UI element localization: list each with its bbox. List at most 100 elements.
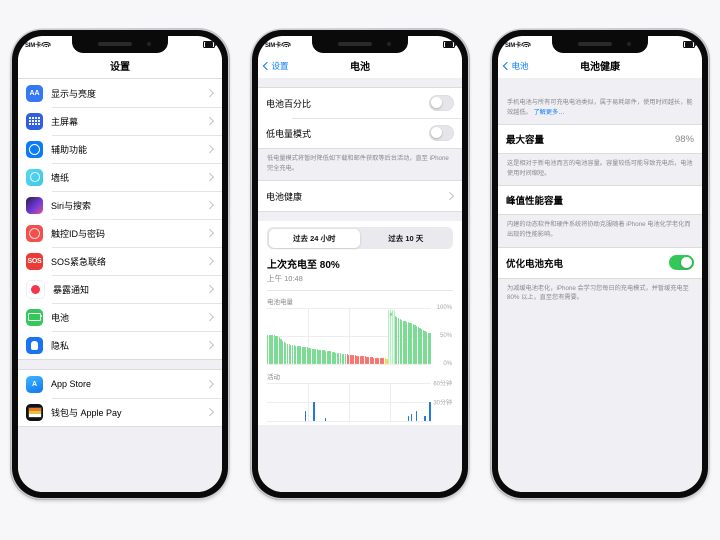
- row-label: 低电量模式: [266, 128, 312, 139]
- optimized-charging-toggle[interactable]: [669, 254, 694, 271]
- display-brightness-icon: AA: [26, 84, 43, 102]
- status-left: SIM卡: [505, 40, 531, 49]
- sidebar-item-privacy[interactable]: 隐私: [18, 331, 222, 359]
- y-tick-100: 100%: [436, 304, 452, 311]
- last-charge-title: 上次充电至 80%: [267, 260, 340, 272]
- sidebar-item-wallet-apple-pay[interactable]: 钱包与 Apple Pay: [18, 398, 222, 426]
- sidebar-item-accessibility[interactable]: 辅助功能: [18, 135, 222, 163]
- battery-health-group: 电池健康: [258, 180, 462, 213]
- status-left: SIM卡: [25, 40, 51, 49]
- sidebar-item-battery[interactable]: 电池: [18, 303, 222, 331]
- page-title: 电池健康: [580, 62, 620, 73]
- front-camera: [387, 42, 391, 46]
- phone-gallery: SIM卡 设置 AA 显示与亮度 主屏幕 辅助功能 墙纸 Siri与搜索 触控I…: [0, 0, 720, 540]
- carrier-label: SIM卡: [505, 43, 521, 49]
- segment-last-10-days[interactable]: 过去 10 天: [360, 229, 452, 248]
- optimized-charging-note: 为减缓电池老化，iPhone 会学习您每日的充电模式，并暂缓充电至 80% 以上…: [507, 284, 689, 302]
- low-power-note: 低电量模式将暂时降低如下载和邮件获取等后台活动，直至 iPhone 完全充电。: [267, 155, 449, 172]
- row-label: 触控ID与密码: [51, 228, 106, 239]
- sidebar-item-exposure-notifications[interactable]: 暴露通知: [18, 275, 222, 303]
- activity-bar: [324, 418, 327, 421]
- activity-plot: 60分钟 30分钟: [267, 381, 452, 422]
- activity-chart: 活动 60分钟 30分钟: [258, 364, 462, 422]
- sidebar-item-siri-search[interactable]: Siri与搜索: [18, 191, 222, 219]
- max-capacity-value: 98%: [674, 133, 694, 145]
- emergency-sos-icon: SOS: [26, 252, 43, 270]
- battery-level-bar: [286, 343, 289, 364]
- siri-search-icon: [26, 196, 43, 214]
- chevron-right-icon: [205, 117, 214, 125]
- chevron-right-icon: [205, 341, 214, 349]
- chevron-right-icon: [445, 192, 454, 201]
- settings-list[interactable]: AA 显示与亮度 主屏幕 辅助功能 墙纸 Siri与搜索 触控ID与密码 SOS…: [18, 78, 222, 492]
- battery-level-bar: [281, 340, 284, 364]
- y-tick-50: 50%: [439, 332, 452, 339]
- low-power-mode-row[interactable]: 低电量模式: [258, 118, 462, 148]
- phone-1-screen: SIM卡 设置 AA 显示与亮度 主屏幕 辅助功能 墙纸 Siri与搜索 触控I…: [18, 36, 222, 492]
- earpiece-speaker: [98, 42, 132, 46]
- battery-level-bar: [344, 354, 347, 364]
- phone-2-battery: SIM卡 设置 电池 电池百分比 低电量模式 低电量模式将暂时降低如下载和邮件获…: [250, 28, 470, 500]
- activity-bar: [313, 401, 315, 421]
- max-capacity-group: 最大容量 98%: [498, 124, 702, 155]
- exposure-notifications-icon: [26, 279, 45, 299]
- peak-performance-label: 峰值性能容量: [506, 196, 564, 208]
- sidebar-item-home-screen[interactable]: 主屏幕: [18, 107, 222, 135]
- segment-last-24-hours[interactable]: 过去 24 小时: [268, 228, 360, 248]
- wallet-apple-pay-icon: [26, 403, 43, 421]
- back-button[interactable]: 设置: [262, 60, 289, 72]
- row-label: 显示与亮度: [51, 88, 97, 99]
- page-title: 电池: [350, 62, 370, 73]
- battery-level-bar: [397, 317, 400, 364]
- battery-level-chart: 电池电量 100% 50% 0% ⚡: [258, 291, 462, 367]
- notch: [552, 36, 648, 53]
- battery-health-page[interactable]: 手机电池与所有可充电电池类似，属于易耗部件，使用时间越长，能效越低。 了解更多……: [498, 78, 702, 492]
- sidebar-item-app-store[interactable]: A App Store: [18, 370, 222, 398]
- battery-toggles-group: 电池百分比 低电量模式: [258, 87, 462, 149]
- battery-percentage-toggle[interactable]: [429, 95, 454, 111]
- row-label: 墙纸: [51, 172, 70, 183]
- low-power-mode-toggle[interactable]: [429, 125, 454, 141]
- peak-performance-row: 峰值性能容量: [498, 186, 702, 215]
- battery-icon: [683, 40, 696, 49]
- accessibility-icon: [26, 140, 43, 158]
- earpiece-speaker: [578, 42, 612, 46]
- sidebar-item-touch-id-passcode[interactable]: 触控ID与密码: [18, 219, 222, 247]
- learn-more-link[interactable]: 了解更多…: [533, 109, 564, 116]
- battery-level-plot: 100% 50% 0% ⚡: [267, 305, 452, 367]
- charging-bolt-icon: ⚡: [388, 312, 394, 320]
- usage-panel: 过去 24 小时 过去 10 天 上次充电至 80% 上午 10:48 电池电量: [258, 221, 462, 425]
- peak-performance-group: 峰值性能容量: [498, 185, 702, 216]
- back-button[interactable]: 电池: [502, 60, 529, 72]
- notch: [72, 36, 168, 53]
- battery-level-bar: [339, 353, 342, 364]
- battery-page[interactable]: 电池百分比 低电量模式 低电量模式将暂时降低如下载和邮件获取等后台活动，直至 i…: [258, 78, 462, 492]
- phone-3-screen: SIM卡 电池 电池健康 手机电池与所有可充电电池类似，属于易耗部件，使用时间越…: [498, 36, 702, 492]
- activity-bar: [416, 410, 418, 421]
- battery-level-chart-title: 电池电量: [267, 298, 293, 306]
- max-capacity-label: 最大容量: [506, 135, 545, 147]
- status-right: [683, 40, 696, 49]
- peak-performance-note: 内建的动态软件和硬件系统将协助克服随着 iPhone 电池化学老化而出现的性能影…: [507, 221, 691, 239]
- battery-percentage-row[interactable]: 电池百分比: [258, 88, 462, 118]
- battery-health-row[interactable]: 电池健康: [258, 181, 462, 212]
- chevron-left-icon: [262, 61, 272, 70]
- sidebar-item-emergency-sos[interactable]: SOS SOS紧急联络: [18, 247, 222, 275]
- sidebar-item-wallpaper[interactable]: 墙纸: [18, 163, 222, 191]
- optimized-charging-label: 优化电池充电: [506, 258, 564, 270]
- row-label: Siri与搜索: [51, 200, 91, 211]
- battery-icon: [443, 40, 456, 49]
- max-capacity-note: 这是相对于新电池而言的电池容量。容量较低可能导致充电后，电池使用时间缩短。: [507, 160, 693, 177]
- time-range-segmented-control[interactable]: 过去 24 小时 过去 10 天: [267, 227, 453, 250]
- chevron-right-icon: [205, 145, 214, 153]
- chevron-right-icon: [205, 89, 214, 97]
- optimized-charging-row[interactable]: 优化电池充电: [498, 247, 702, 278]
- sidebar-item-display-brightness[interactable]: AA 显示与亮度: [18, 79, 222, 107]
- battery-icon: [203, 40, 216, 49]
- chevron-left-icon: [502, 61, 512, 70]
- row-label: 辅助功能: [51, 144, 88, 155]
- notch: [312, 36, 408, 53]
